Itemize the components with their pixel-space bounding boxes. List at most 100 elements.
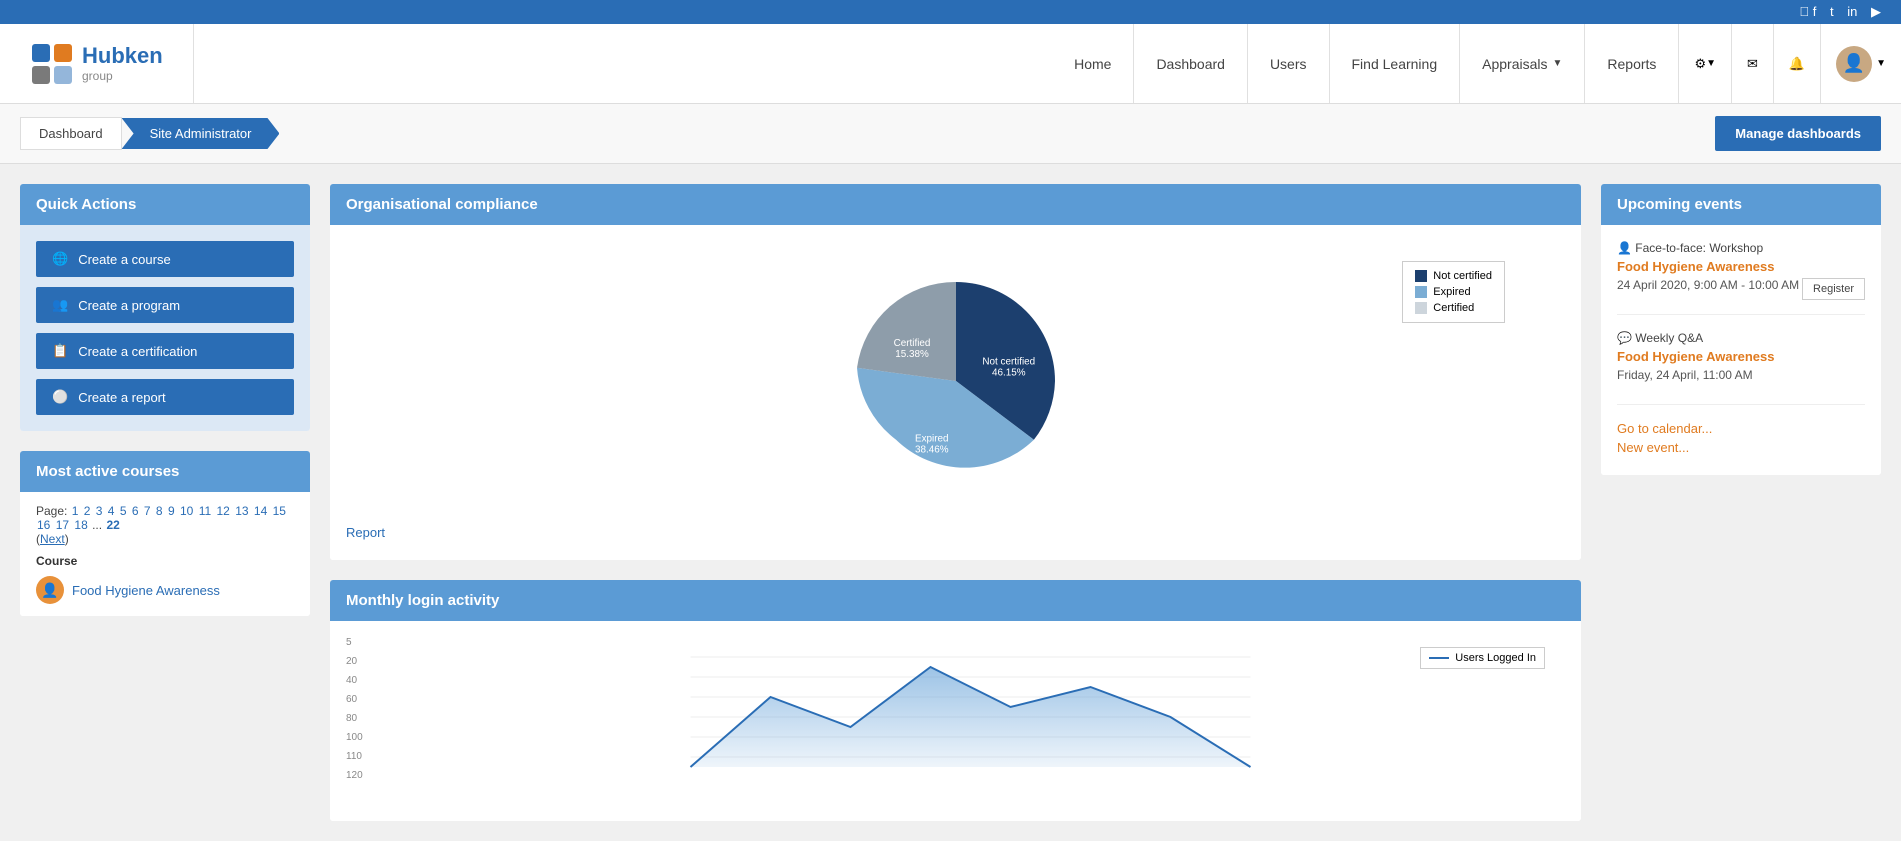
event-2-date: Friday, 24 April, 11:00 AM [1617, 368, 1865, 382]
go-to-calendar-link[interactable]: Go to calendar... [1617, 421, 1865, 436]
gear-icon: ⚙ [1694, 56, 1706, 72]
user-avatar-item[interactable]: 👤 ▼ [1821, 24, 1901, 103]
brand-name: Hubken [82, 44, 163, 68]
breadcrumb-site-admin[interactable]: Site Administrator [122, 118, 280, 149]
bell-icon-item[interactable]: 🔔 [1774, 24, 1821, 103]
nav-reports[interactable]: Reports [1585, 24, 1679, 103]
event-links: Go to calendar... New event... [1617, 421, 1865, 455]
new-event-link[interactable]: New event... [1617, 440, 1865, 455]
report-icon: ⚪ [52, 389, 68, 405]
legend-certified: Certified [1415, 302, 1492, 314]
page-3[interactable]: 3 [96, 504, 103, 518]
page-17[interactable]: 17 [56, 518, 69, 532]
event-1-title[interactable]: Food Hygiene Awareness [1617, 259, 1865, 274]
brand-text: Hubken group [82, 44, 163, 82]
page-16[interactable]: 16 [37, 518, 50, 532]
users-icon: 👥 [52, 297, 68, 313]
manage-dashboards-button[interactable]: Manage dashboards [1715, 116, 1881, 151]
pagination-next[interactable]: Next [40, 532, 65, 546]
breadcrumb-bar: Dashboard Site Administrator Manage dash… [0, 104, 1901, 164]
most-active-courses-widget: Most active courses Page: 1 2 3 4 5 6 7 … [20, 451, 310, 616]
compliance-pie-chart: Not certified 46.15% Expired 38.46% Cert… [846, 271, 1066, 491]
right-column: Upcoming events 👤 Face-to-face: Workshop… [1601, 184, 1881, 475]
svg-text:Expired: Expired [915, 434, 949, 445]
login-chart: 120 110 100 80 60 40 20 5 [346, 637, 1565, 797]
list-item: 👤 Face-to-face: Workshop Food Hygiene Aw… [1617, 241, 1865, 315]
page-4[interactable]: 4 [108, 504, 115, 518]
middle-column: Organisational compliance [330, 184, 1581, 821]
compliance-report-link[interactable]: Report [346, 521, 1565, 544]
svg-text:38.46%: 38.46% [915, 445, 949, 456]
page-9[interactable]: 9 [168, 504, 175, 518]
upcoming-events-header: Upcoming events [1601, 184, 1881, 225]
course-icon: 👤 [36, 576, 64, 604]
legend-dot-not-certified [1415, 270, 1427, 282]
page-8[interactable]: 8 [156, 504, 163, 518]
course-link[interactable]: Food Hygiene Awareness [72, 583, 220, 598]
brand-logo[interactable]: Hubken group [30, 42, 163, 86]
event-2-type: 💬 Weekly Q&A [1617, 331, 1865, 345]
page-10[interactable]: 10 [180, 504, 193, 518]
page-11[interactable]: 11 [199, 504, 211, 518]
page-7[interactable]: 7 [144, 504, 151, 518]
page-12[interactable]: 12 [217, 504, 230, 518]
compliance-widget: Organisational compliance [330, 184, 1581, 560]
compliance-header: Organisational compliance [330, 184, 1581, 225]
most-active-body: Page: 1 2 3 4 5 6 7 8 9 10 11 12 13 14 1… [20, 492, 310, 616]
course-column-label: Course [36, 554, 294, 568]
person-icon: 👤 [1617, 241, 1632, 255]
legend-not-certified: Not certified [1415, 270, 1492, 282]
bell-icon: 🔔 [1789, 56, 1805, 72]
page-2[interactable]: 2 [84, 504, 91, 518]
nav-appraisals[interactable]: Appraisals ▼ [1460, 24, 1585, 103]
list-item: 💬 Weekly Q&A Food Hygiene Awareness Frid… [1617, 331, 1865, 405]
legend-expired: Expired [1415, 286, 1492, 298]
linkedin-icon[interactable]: in [1847, 4, 1857, 19]
monthly-login-body: 120 110 100 80 60 40 20 5 [330, 621, 1581, 821]
page-13[interactable]: 13 [235, 504, 248, 518]
brand-icon [30, 42, 74, 86]
compliance-chart-container: Not certified 46.15% Expired 38.46% Cert… [346, 241, 1565, 521]
legend-dot-expired [1415, 286, 1427, 298]
page-14[interactable]: 14 [254, 504, 267, 518]
youtube-icon[interactable]: ▶ [1871, 4, 1881, 19]
chat-icon: 💬 [1617, 331, 1632, 345]
left-column: Quick Actions 🌐 Create a course 👥 Create… [20, 184, 310, 616]
page-1[interactable]: 1 [72, 504, 79, 518]
settings-icon-item[interactable]: ⚙ ▼ [1679, 24, 1732, 103]
svg-text:Not certified: Not certified [982, 357, 1035, 368]
create-report-button[interactable]: ⚪ Create a report [36, 379, 294, 415]
breadcrumb-dashboard[interactable]: Dashboard [20, 117, 122, 150]
pagination: Page: 1 2 3 4 5 6 7 8 9 10 11 12 13 14 1… [36, 504, 294, 546]
nav-dashboard[interactable]: Dashboard [1134, 24, 1248, 103]
page-22[interactable]: 22 [106, 518, 119, 532]
event-2-title[interactable]: Food Hygiene Awareness [1617, 349, 1865, 364]
brand: Hubken group [0, 42, 193, 86]
page-15[interactable]: 15 [273, 504, 286, 518]
twitter-icon[interactable]: t [1830, 4, 1834, 19]
breadcrumb: Dashboard Site Administrator [20, 117, 279, 150]
login-line-chart [376, 637, 1565, 777]
event-1-type: 👤 Face-to-face: Workshop [1617, 241, 1865, 255]
most-active-header: Most active courses [20, 451, 310, 492]
facebook-icon[interactable]:  f [1799, 4, 1816, 19]
avatar-dropdown-arrow: ▼ [1876, 58, 1886, 69]
globe-icon: 🌐 [52, 251, 68, 267]
page-6[interactable]: 6 [132, 504, 139, 518]
create-certification-button[interactable]: 📋 Create a certification [36, 333, 294, 369]
monthly-login-widget: Monthly login activity 120 110 100 80 60… [330, 580, 1581, 821]
page-5[interactable]: 5 [120, 504, 127, 518]
nav-home[interactable]: Home [1052, 24, 1134, 103]
cert-icon: 📋 [52, 343, 68, 359]
create-program-button[interactable]: 👥 Create a program [36, 287, 294, 323]
mail-icon-item[interactable]: ✉ [1732, 24, 1774, 103]
navbar-nav: Home Dashboard Users Find Learning Appra… [193, 24, 1901, 103]
nav-users[interactable]: Users [1248, 24, 1330, 103]
page-18[interactable]: 18 [74, 518, 87, 532]
compliance-legend: Not certified Expired Certified [1402, 261, 1505, 323]
event-1-register-button[interactable]: Register [1802, 278, 1865, 300]
quick-actions-body: 🌐 Create a course 👥 Create a program 📋 C… [20, 225, 310, 431]
create-course-button[interactable]: 🌐 Create a course [36, 241, 294, 277]
svg-text:15.38%: 15.38% [895, 349, 929, 360]
nav-find-learning[interactable]: Find Learning [1330, 24, 1461, 103]
